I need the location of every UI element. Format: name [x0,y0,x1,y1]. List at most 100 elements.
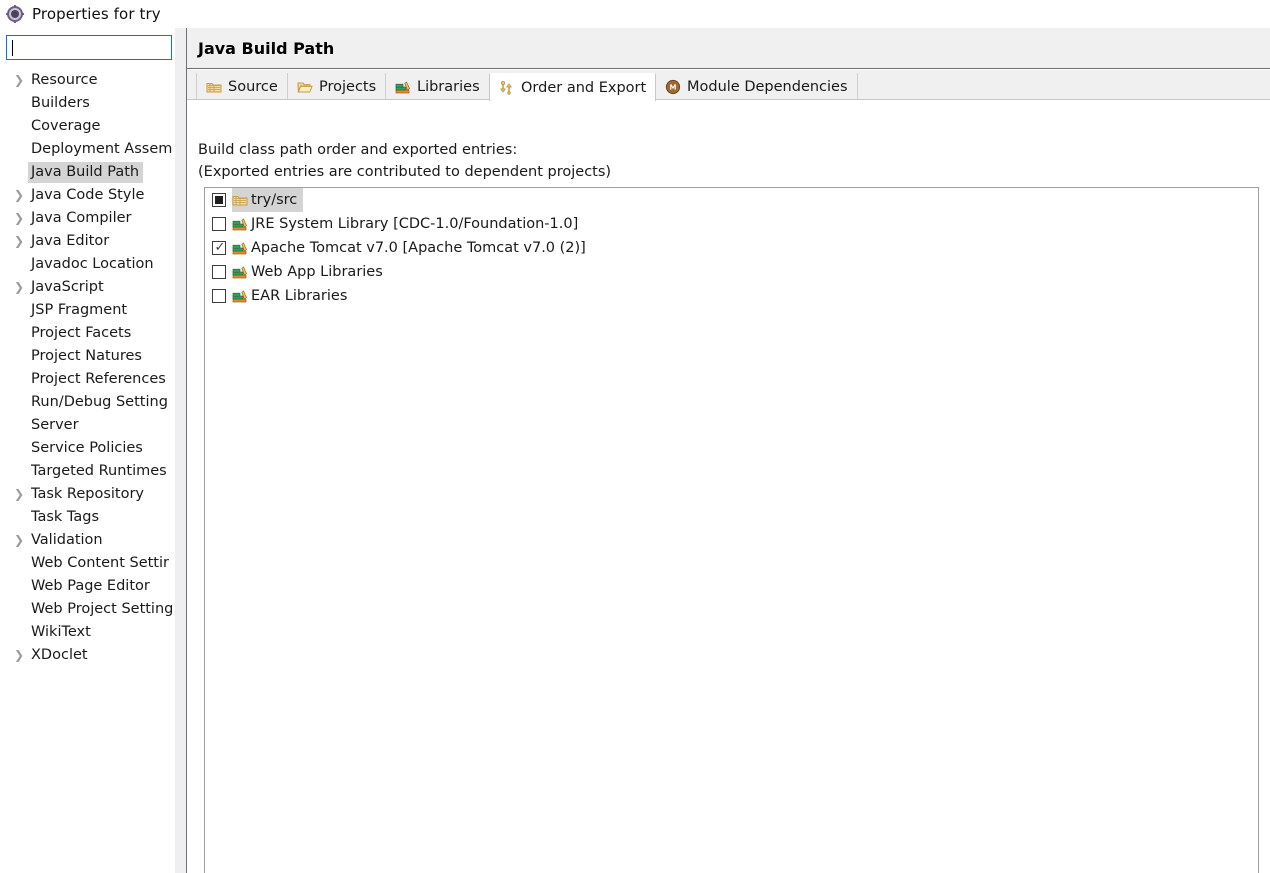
classpath-entry-row[interactable]: EAR Libraries [205,284,1258,308]
classpath-entry-row[interactable]: try/src [205,188,1258,212]
tab-projects[interactable]: Projects [287,73,387,100]
checkbox-filled-mark [215,196,223,204]
checkbox-check-icon: ✓ [214,240,226,255]
sidebar-item-resource[interactable]: ❯ Resource [0,69,175,92]
classpath-entry-label: Web App Libraries [251,264,383,280]
sidebar-item-label: Java Build Path [28,162,144,183]
sidebar-item-wikitext[interactable]: WikiText [0,621,175,644]
chevron-right-icon[interactable]: ❯ [14,207,26,230]
chevron-right-icon[interactable]: ❯ [14,529,26,552]
classpath-entry-label: JRE System Library [CDC-1.0/Foundation-1… [251,216,579,232]
tab-label: Projects [319,78,377,95]
sidebar-item-label: JavaScript [31,279,104,295]
tab-label: Libraries [417,78,480,95]
sidebar-item-task-repository[interactable]: ❯ Task Repository [0,483,175,506]
export-checkbox[interactable] [212,193,226,207]
sidebar-item-label: Web Project Setting [31,601,174,617]
sidebar-item-label: Task Tags [31,509,100,525]
export-checkbox[interactable] [212,265,226,279]
book-stack-icon [232,240,248,256]
settings-tree[interactable]: ❯ Resource Builders Coverage Deployment Asse… [0,69,175,869]
tab-module-dependencies[interactable]: Module Dependencies [655,73,858,100]
tab-source[interactable]: Source [196,73,288,100]
sidebar-item-java-editor[interactable]: ❯ Java Editor [0,230,175,253]
chevron-right-icon[interactable]: ❯ [14,184,26,207]
sidebar-item-java-build-path[interactable]: Java Build Path [0,161,175,184]
tab-bar[interactable]: Source Projects Libraries Order and Export M… [187,70,1270,101]
sidebar-item-builders[interactable]: Builders [0,92,175,115]
sidebar-item-deployment-assem[interactable]: Deployment Assem [0,138,175,161]
sidebar-item-web-content-settir[interactable]: Web Content Settir [0,552,175,575]
sidebar-item-label: Validation [31,532,103,548]
book-stack-icon [232,264,248,280]
description-line-2: (Exported entries are contributed to dep… [198,164,612,180]
sidebar-item-label: WikiText [31,624,91,640]
open-folder-icon [297,79,313,95]
chevron-right-icon[interactable]: ❯ [14,69,26,92]
sidebar-item-jsp-fragment[interactable]: JSP Fragment [0,299,175,322]
sidebar-item-javadoc-location[interactable]: Javadoc Location [0,253,175,276]
window-titlebar: Properties for try [0,0,1270,28]
sidebar-item-label: Service Policies [31,440,143,456]
sidebar-item-web-page-editor[interactable]: Web Page Editor [0,575,175,598]
sidebar-item-label: Project Facets [31,325,132,341]
description-line-1: Build class path order and exported entr… [198,142,518,158]
chevron-right-icon[interactable]: ❯ [14,276,26,299]
classpath-entry-row[interactable]: JRE System Library [CDC-1.0/Foundation-1… [205,212,1258,236]
classpath-entry-label: EAR Libraries [251,288,348,304]
module-circle-icon [665,79,681,95]
sidebar-item-java-compiler[interactable]: ❯ Java Compiler [0,207,175,230]
sidebar-item-service-policies[interactable]: Service Policies [0,437,175,460]
page-header: Java Build Path [187,28,1270,69]
tab-libraries[interactable]: Libraries [385,73,490,100]
sidebar-item-project-facets[interactable]: Project Facets [0,322,175,345]
text-caret [12,40,13,56]
page-title: Java Build Path [198,39,335,58]
sidebar-item-label: Java Compiler [31,210,132,226]
window-title: Properties for try [32,5,161,23]
filter-input[interactable] [6,35,172,60]
sidebar-item-project-natures[interactable]: Project Natures [0,345,175,368]
sidebar-item-label: Java Editor [31,233,110,249]
source-folder-icon [206,79,222,95]
source-folder-icon [232,192,248,208]
sidebar-item-project-references[interactable]: Project References [0,368,175,391]
book-stack-icon [395,79,411,95]
sidebar-item-label: Coverage [31,118,101,134]
export-checkbox[interactable]: ✓ [212,240,226,255]
tab-order-and-export[interactable]: Order and Export [489,73,657,101]
export-checkbox[interactable] [212,289,226,303]
sidebar-item-label: Web Content Settir [31,555,169,571]
sidebar-item-label: Server [31,417,79,433]
sidebar-item-web-project-setting[interactable]: Web Project Setting [0,598,175,621]
sidebar-item-java-code-style[interactable]: ❯ Java Code Style [0,184,175,207]
chevron-right-icon[interactable]: ❯ [14,483,26,506]
sidebar-item-javascript[interactable]: ❯ JavaScript [0,276,175,299]
sidebar-item-label: Project References [31,371,166,387]
tab-label: Source [228,78,278,95]
sidebar-item-label: Task Repository [31,486,145,502]
sidebar-item-label: JSP Fragment [31,302,128,318]
sidebar-item-coverage[interactable]: Coverage [0,115,175,138]
sidebar-item-server[interactable]: Server [0,414,175,437]
sidebar-scrollbar[interactable] [175,28,186,873]
settings-sidebar: ❯ Resource Builders Coverage Deployment Asse… [0,28,175,873]
sidebar-item-label: Java Code Style [31,187,145,203]
classpath-entry-list[interactable]: try/src JRE System Library [CDC-1.0/Found… [204,187,1259,873]
export-checkbox[interactable] [212,217,226,231]
sidebar-item-label: Web Page Editor [31,578,150,594]
sidebar-item-label: Builders [31,95,90,111]
chevron-right-icon[interactable]: ❯ [14,230,26,253]
order-arrows-icon [499,80,515,96]
sidebar-item-targeted-runtimes[interactable]: Targeted Runtimes [0,460,175,483]
sidebar-item-run-debug-setting[interactable]: Run/Debug Setting [0,391,175,414]
sidebar-item-task-tags[interactable]: Task Tags [0,506,175,529]
classpath-entry-row[interactable]: ✓ Apache Tomcat v7.0 [Apache Tomcat v7.0 … [205,236,1258,260]
classpath-entry-label: try/src [251,192,298,208]
classpath-entry-row[interactable]: Web App Libraries [205,260,1258,284]
chevron-right-icon[interactable]: ❯ [14,644,26,667]
book-stack-icon [232,288,248,304]
sidebar-item-validation[interactable]: ❯ Validation [0,529,175,552]
sidebar-item-label: Project Natures [31,348,142,364]
sidebar-item-xdoclet[interactable]: ❯ XDoclet [0,644,175,667]
